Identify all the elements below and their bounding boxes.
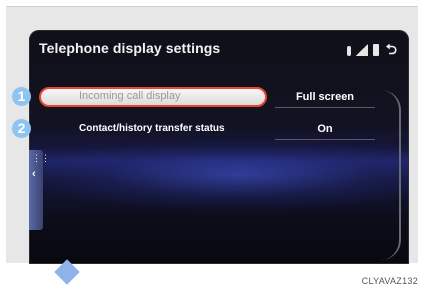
display-screen: Telephone display settings ⮌ Incoming ca… — [29, 30, 409, 264]
page-title: Telephone display settings — [39, 40, 221, 56]
figure-code: CLYAVAZ132 — [361, 276, 418, 286]
signal-icon — [355, 44, 368, 56]
setting-row-contact-transfer-status[interactable]: Contact/history transfer status On — [39, 119, 375, 140]
callout-number: 1 — [12, 87, 31, 106]
side-panel[interactable]: ⋮⋮ ‹ — [29, 150, 50, 230]
scroll-indicator — [381, 90, 401, 260]
back-icon[interactable]: ⮌ — [386, 42, 397, 56]
callout-number: 2 — [12, 119, 31, 138]
setting-label: Incoming call display — [79, 90, 181, 102]
setting-row-incoming-call-display[interactable]: Incoming call display Full screen — [39, 87, 375, 108]
menu-icon[interactable]: ⋮⋮ — [32, 154, 50, 163]
setting-value-button[interactable]: On — [275, 119, 375, 140]
bluetooth-icon — [346, 46, 351, 56]
setting-label: Contact/history transfer status — [79, 123, 225, 134]
page: Telephone display settings ⮌ Incoming ca… — [0, 0, 424, 291]
status-bar: ⮌ — [346, 40, 397, 56]
setting-value-button[interactable]: Full screen — [275, 87, 375, 108]
chevron-left-icon[interactable]: ‹ — [32, 168, 36, 180]
battery-icon — [372, 44, 379, 56]
screen-glow — [29, 140, 409, 210]
